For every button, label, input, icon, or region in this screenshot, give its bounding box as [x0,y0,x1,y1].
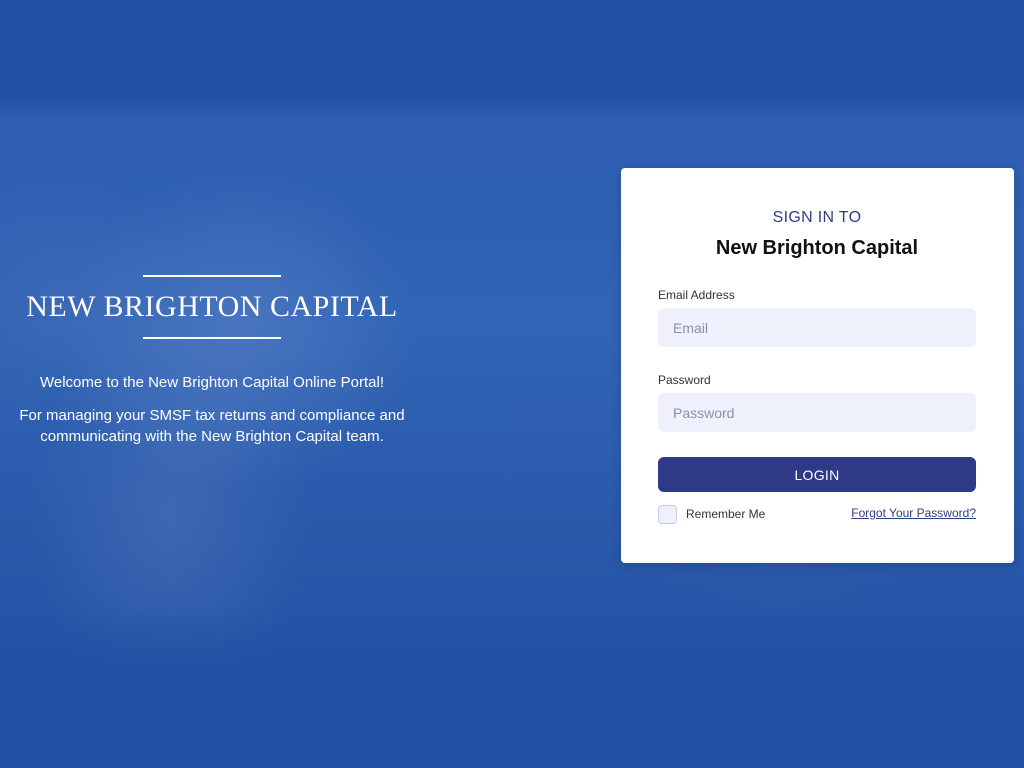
remember-me[interactable]: Remember Me [658,504,765,524]
background-fade-bottom [0,610,1024,670]
email-input[interactable] [658,308,976,347]
portal-description: For managing your SMSF tax returns and c… [19,407,405,445]
background-fade-top [0,90,1024,120]
login-card-title: New Brighton Capital [715,237,919,259]
brand-bottom-rule [143,337,281,339]
remember-me-checkbox[interactable] [658,504,677,524]
password-input[interactable] [658,393,976,432]
login-card: SIGN IN TO New Brighton Capital Email Ad… [621,168,1014,563]
password-label: Password [658,373,711,387]
email-label: Email Address [658,288,735,302]
brand-logo-text: NEW BRIGHTON CAPITAL [26,290,398,323]
login-button[interactable]: LOGIN [658,457,976,492]
remember-me-label: Remember Me [686,507,766,521]
welcome-text: Welcome to the New Brighton Capital Onli… [39,374,385,391]
forgot-password-link[interactable]: Forgot Your Password? [851,506,976,520]
sign-in-eyebrow: SIGN IN TO [772,209,862,226]
brand-panel: NEW BRIGHTON CAPITAL Welcome to the New … [0,275,424,447]
brand-top-rule [143,275,281,277]
